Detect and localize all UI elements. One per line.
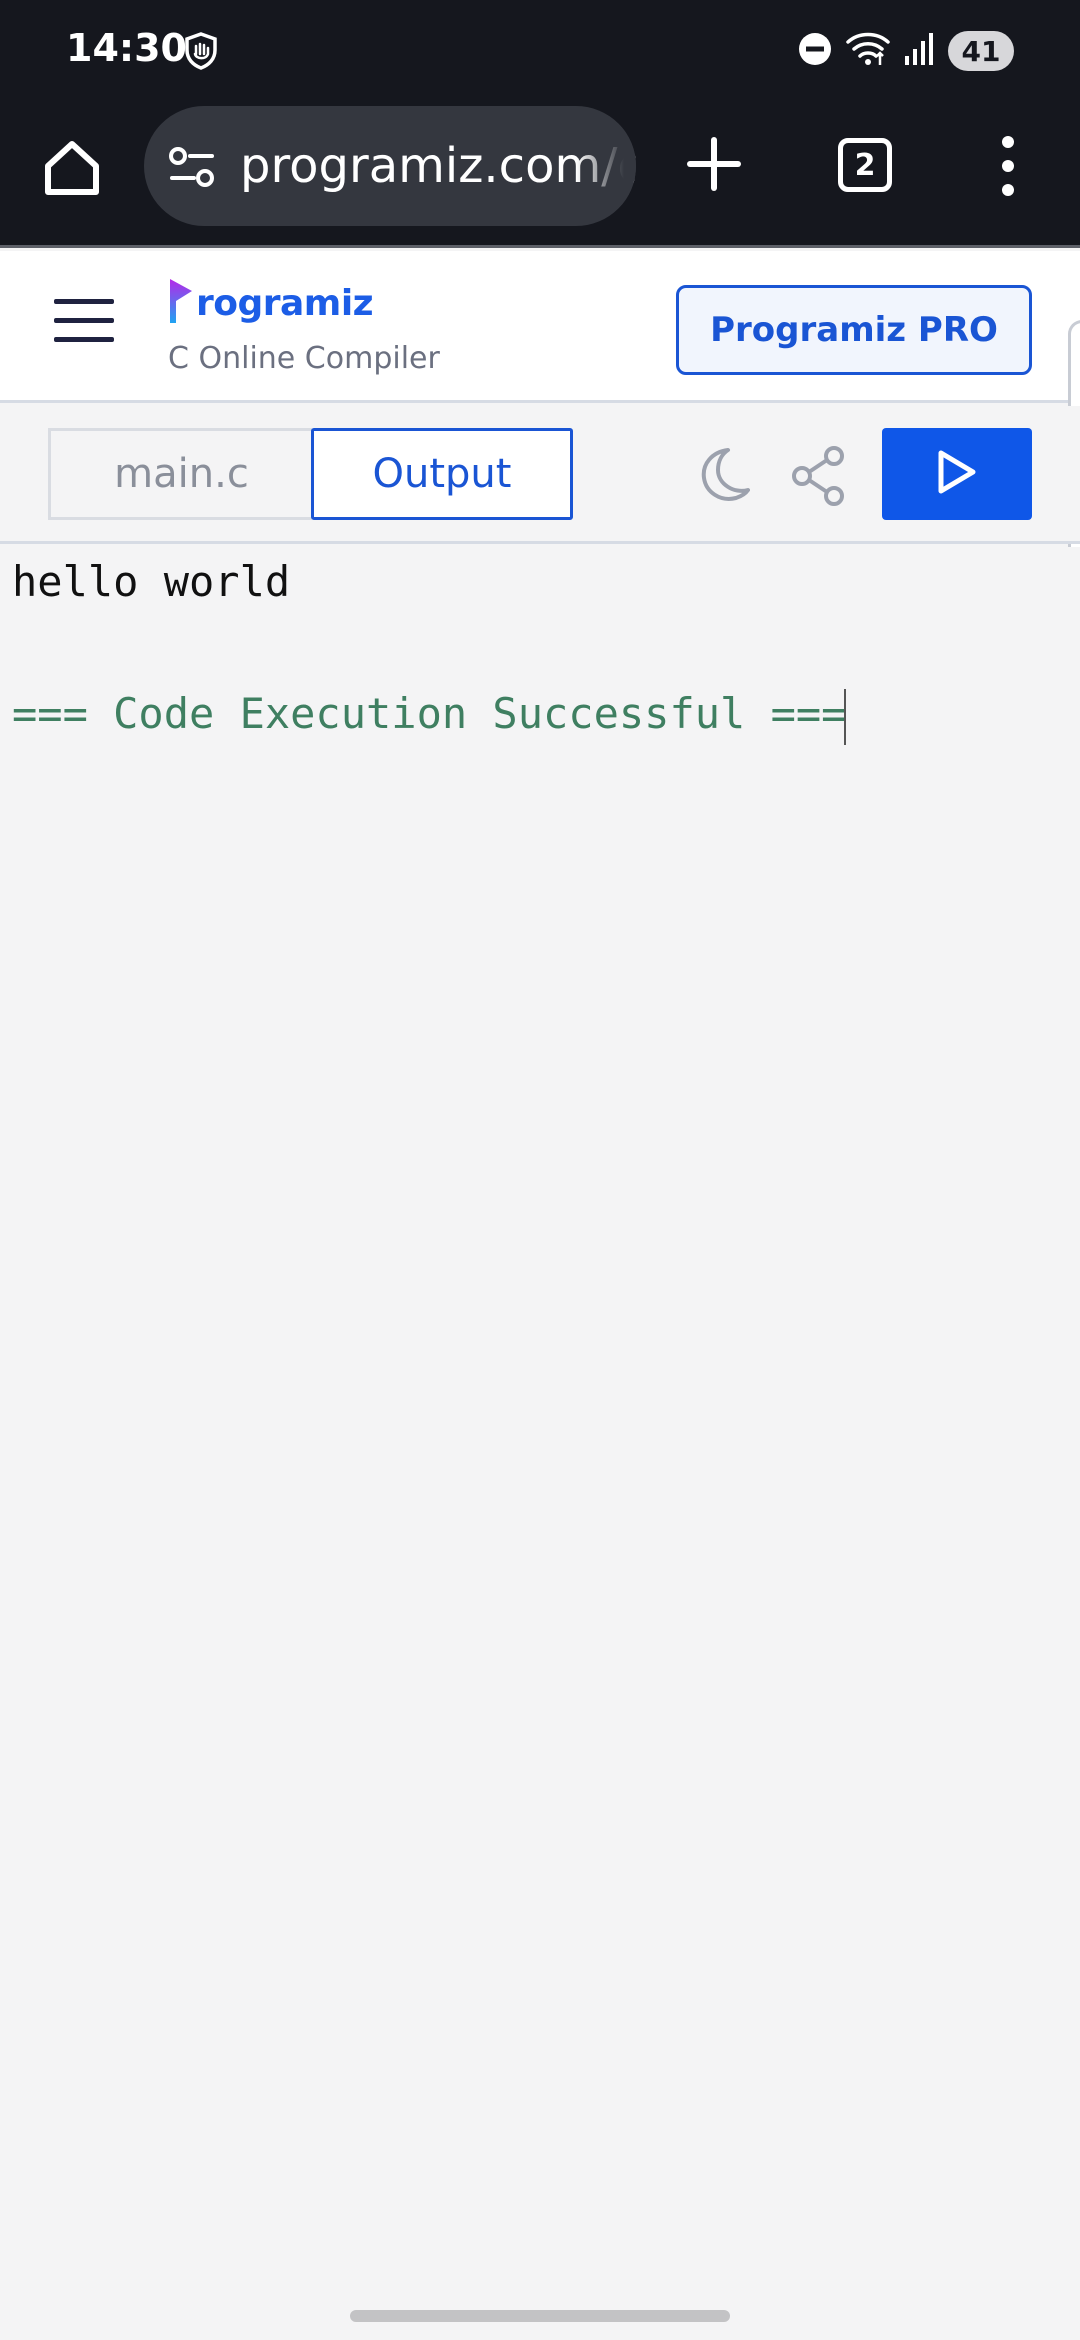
status-icons: 41 <box>784 28 1014 74</box>
url-fade <box>576 106 636 226</box>
hamburger-menu-icon[interactable] <box>52 295 116 347</box>
programiz-logo[interactable]: rogramiz <box>168 273 374 333</box>
address-bar[interactable]: programiz.com/c- <box>144 106 636 226</box>
status-time: 14:30 <box>66 26 187 70</box>
site-settings-icon[interactable] <box>168 146 216 195</box>
page-subtitle: C Online Compiler <box>168 341 440 376</box>
compiler-toolbar: main.c Output <box>0 406 1080 544</box>
text-cursor <box>844 689 846 745</box>
more-vert-icon[interactable] <box>994 134 1022 198</box>
moon-icon[interactable] <box>692 446 750 504</box>
home-icon[interactable] <box>40 136 104 200</box>
output-line-hello: hello world <box>12 557 291 606</box>
do-not-disturb-icon <box>798 32 832 71</box>
programiz-pro-button[interactable]: Programiz PRO <box>676 285 1032 375</box>
output-panel[interactable]: hello world === Code Execution Successfu… <box>0 547 1080 2293</box>
browser-toolbar: programiz.com/c- 2 <box>0 100 1080 248</box>
programiz-logo-mark-icon <box>168 277 194 330</box>
tab-output[interactable]: Output <box>311 428 573 520</box>
signal-icon <box>904 32 934 71</box>
share-icon[interactable] <box>790 446 846 506</box>
tab-switcher-button[interactable]: 2 <box>838 138 892 192</box>
wifi-icon <box>846 31 890 72</box>
play-icon <box>935 449 979 500</box>
status-bar: 14:30 41 <box>0 0 1080 100</box>
logo-text: rogramiz <box>196 282 374 324</box>
output-line-success: === Code Execution Successful === <box>12 689 847 738</box>
battery-indicator: 41 <box>948 31 1014 71</box>
plus-icon[interactable] <box>686 136 742 192</box>
run-button[interactable] <box>882 428 1032 520</box>
gesture-nav-handle[interactable] <box>350 2310 730 2322</box>
tab-main-c[interactable]: main.c <box>48 428 312 520</box>
shield-hand-icon <box>184 32 218 75</box>
site-header: rogramiz C Online Compiler Programiz PRO <box>0 251 1080 403</box>
